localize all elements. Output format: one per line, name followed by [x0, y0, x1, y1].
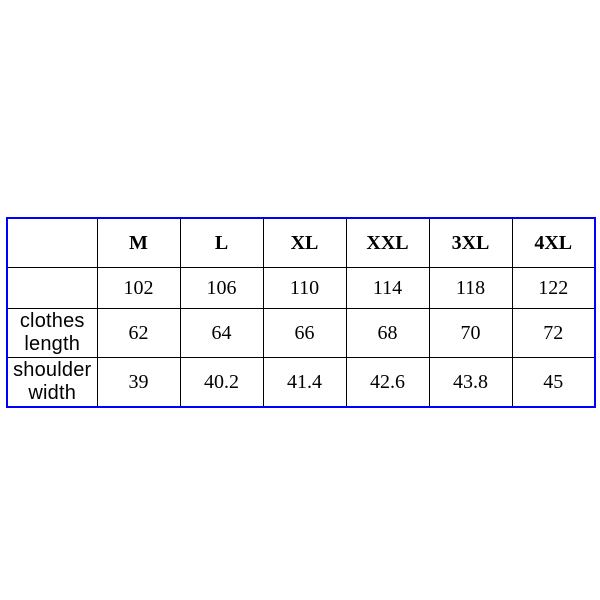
- row-label: [7, 268, 97, 309]
- size-chart: M L XL XXL 3XL 4XL 102 106 110 114 118 1…: [6, 217, 594, 408]
- row-label: shoulder width: [7, 358, 97, 408]
- cell: 45: [512, 358, 595, 408]
- cell: 70: [429, 309, 512, 358]
- table-row: 102 106 110 114 118 122: [7, 268, 595, 309]
- cell: 68: [346, 309, 429, 358]
- column-header: 4XL: [512, 218, 595, 268]
- cell: 102: [97, 268, 180, 309]
- cell: 42.6: [346, 358, 429, 408]
- column-header: XXL: [346, 218, 429, 268]
- column-header: XL: [263, 218, 346, 268]
- cell: 66: [263, 309, 346, 358]
- table-row: shoulder width 39 40.2 41.4 42.6 43.8 45: [7, 358, 595, 408]
- column-header: 3XL: [429, 218, 512, 268]
- cell: 106: [180, 268, 263, 309]
- cell: 39: [97, 358, 180, 408]
- cell: 122: [512, 268, 595, 309]
- cell: 41.4: [263, 358, 346, 408]
- cell: 118: [429, 268, 512, 309]
- row-label: clothes length: [7, 309, 97, 358]
- cell: 64: [180, 309, 263, 358]
- cell: 40.2: [180, 358, 263, 408]
- cell: 43.8: [429, 358, 512, 408]
- header-blank: [7, 218, 97, 268]
- cell: 114: [346, 268, 429, 309]
- cell: 110: [263, 268, 346, 309]
- table-header-row: M L XL XXL 3XL 4XL: [7, 218, 595, 268]
- size-table: M L XL XXL 3XL 4XL 102 106 110 114 118 1…: [6, 217, 596, 408]
- column-header: M: [97, 218, 180, 268]
- cell: 72: [512, 309, 595, 358]
- table-row: clothes length 62 64 66 68 70 72: [7, 309, 595, 358]
- column-header: L: [180, 218, 263, 268]
- cell: 62: [97, 309, 180, 358]
